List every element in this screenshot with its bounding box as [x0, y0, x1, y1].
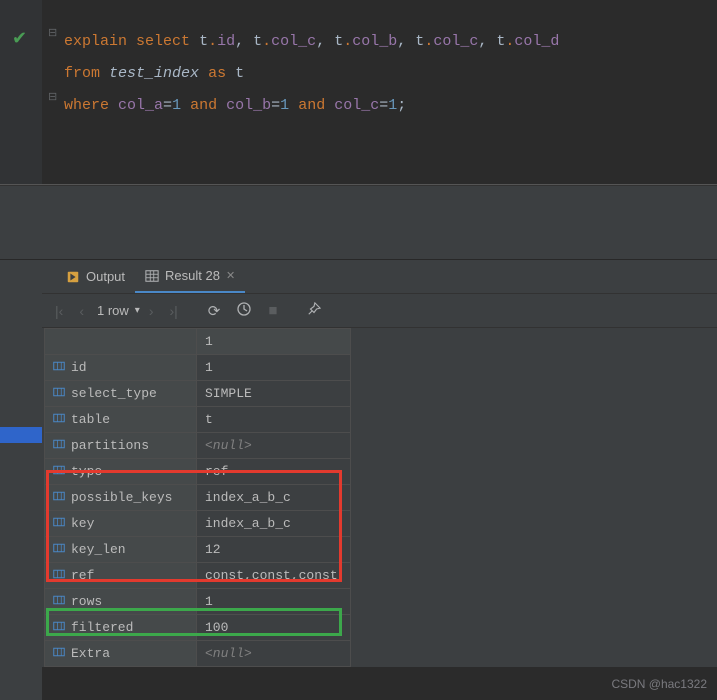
row-value[interactable]: ref — [197, 459, 351, 485]
column-icon — [53, 361, 65, 375]
table-row[interactable]: partitions<null> — [45, 433, 351, 459]
result-grid[interactable]: 1 id1select_typeSIMPLEtabletpartitions<n… — [44, 328, 351, 667]
row-key: rows — [45, 589, 197, 615]
column-icon — [53, 387, 65, 401]
row-value[interactable]: const,const,const — [197, 563, 351, 589]
table-row[interactable]: refconst,const,const — [45, 563, 351, 589]
column-icon — [53, 517, 65, 531]
row-value[interactable]: 1 — [197, 589, 351, 615]
first-page-button[interactable]: |‹ — [48, 303, 70, 319]
table-row[interactable]: filtered100 — [45, 615, 351, 641]
chevron-down-icon[interactable]: ▾ — [135, 305, 140, 316]
left-strip — [0, 260, 42, 700]
close-icon[interactable]: ✕ — [226, 269, 235, 282]
column-icon — [53, 439, 65, 453]
table-row[interactable]: rows1 — [45, 589, 351, 615]
prev-page-button[interactable]: ‹ — [72, 303, 91, 319]
pin-button[interactable] — [300, 302, 328, 320]
output-icon — [66, 269, 80, 285]
row-value[interactable]: index_a_b_c — [197, 511, 351, 537]
selection-indicator — [0, 427, 42, 443]
column-icon — [53, 647, 65, 661]
stop-button[interactable]: ■ — [261, 302, 284, 319]
row-value[interactable]: SIMPLE — [197, 381, 351, 407]
table-row[interactable]: id1 — [45, 355, 351, 381]
row-key: ref — [45, 563, 197, 589]
table-row[interactable]: typeref — [45, 459, 351, 485]
row-key: type — [45, 459, 197, 485]
row-key: id — [45, 355, 197, 381]
column-icon — [53, 543, 65, 557]
tab-bar: Output Result 28 ✕ — [0, 260, 717, 294]
row-count-label: 1 row — [93, 303, 133, 318]
tab-result[interactable]: Result 28 ✕ — [135, 260, 245, 293]
row-key: key_len — [45, 537, 197, 563]
auto-refresh-button[interactable] — [229, 301, 259, 321]
row-key: key — [45, 511, 197, 537]
code-line-2: from test_index as t — [64, 58, 717, 90]
table-row[interactable]: Extra<null> — [45, 641, 351, 667]
column-icon — [53, 595, 65, 609]
row-value[interactable]: t — [197, 407, 351, 433]
results-toolbar: |‹ ‹ 1 row ▾ › ›| ⟳ ■ — [0, 294, 717, 328]
fold-icon[interactable]: ⊟ — [48, 90, 57, 104]
row-value[interactable]: 12 — [197, 537, 351, 563]
row-key: partitions — [45, 433, 197, 459]
row-key: table — [45, 407, 197, 433]
code-line-1: explain select t.id, t.col_c, t.col_b, t… — [64, 26, 717, 58]
tab-label: Output — [86, 269, 125, 284]
results-panel: Output Result 28 ✕ |‹ ‹ 1 row ▾ › ›| ⟳ ■… — [0, 260, 717, 667]
row-key: filtered — [45, 615, 197, 641]
header-row: 1 — [45, 329, 351, 355]
table-row[interactable]: tablet — [45, 407, 351, 433]
row-key: possible_keys — [45, 485, 197, 511]
row-value[interactable]: 1 — [197, 355, 351, 381]
grid-icon — [145, 268, 159, 284]
column-icon — [53, 491, 65, 505]
row-value[interactable]: <null> — [197, 641, 351, 667]
next-page-button[interactable]: › — [142, 303, 161, 319]
row-key: select_type — [45, 381, 197, 407]
row-key: Extra — [45, 641, 197, 667]
last-page-button[interactable]: ›| — [162, 303, 184, 319]
column-icon — [53, 621, 65, 635]
table-row[interactable]: select_typeSIMPLE — [45, 381, 351, 407]
watermark: CSDN @hac1322 — [611, 677, 707, 691]
column-icon — [53, 465, 65, 479]
table-row[interactable]: possible_keysindex_a_b_c — [45, 485, 351, 511]
column-header[interactable]: 1 — [197, 329, 351, 355]
check-icon: ✔ — [12, 28, 27, 50]
row-value[interactable]: index_a_b_c — [197, 485, 351, 511]
code-content[interactable]: explain select t.id, t.col_c, t.col_b, t… — [0, 8, 717, 122]
sql-editor[interactable]: ✔ ⊟ ⊟ explain select t.id, t.col_c, t.co… — [0, 0, 717, 185]
row-value[interactable]: 100 — [197, 615, 351, 641]
table-row[interactable]: keyindex_a_b_c — [45, 511, 351, 537]
refresh-button[interactable]: ⟳ — [201, 302, 228, 320]
tab-output[interactable]: Output — [56, 260, 135, 293]
row-value[interactable]: <null> — [197, 433, 351, 459]
header-empty — [45, 329, 197, 355]
table-row[interactable]: key_len12 — [45, 537, 351, 563]
column-icon — [53, 569, 65, 583]
code-line-3: where col_a=1 and col_b=1 and col_c=1; — [64, 90, 717, 122]
column-icon — [53, 413, 65, 427]
fold-icon[interactable]: ⊟ — [48, 26, 57, 40]
panel-divider[interactable] — [0, 185, 717, 260]
tab-label: Result 28 — [165, 268, 220, 283]
